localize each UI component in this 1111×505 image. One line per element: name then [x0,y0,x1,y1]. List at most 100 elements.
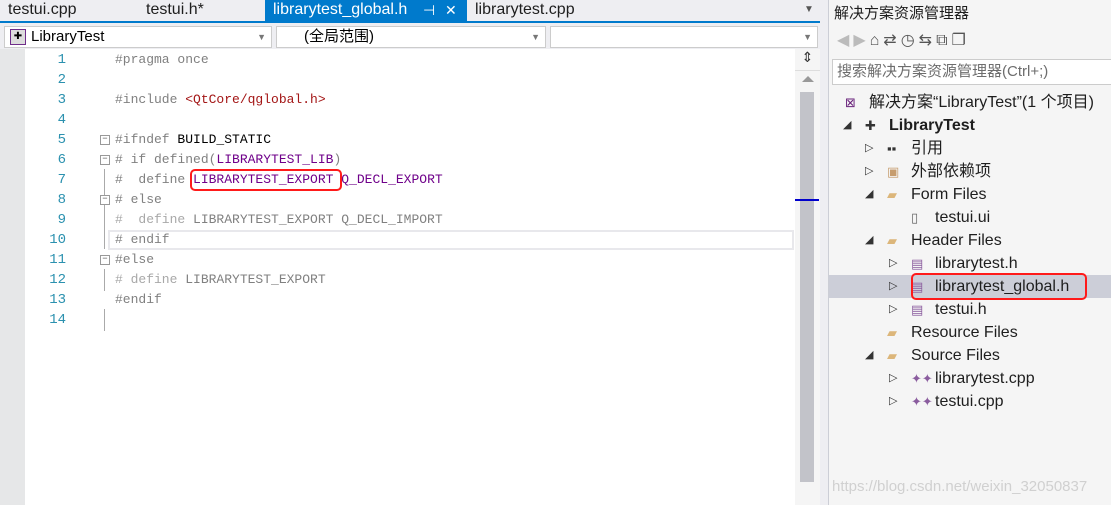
project-icon: ✚ [10,29,26,45]
tab-librarytest-cpp[interactable]: librarytest.cpp [467,0,617,21]
code-token: ) [333,152,342,167]
tree-item[interactable]: ▯ testui.ui [829,206,1111,229]
line-number: 3 [57,92,66,108]
code-text: #pragma once [115,50,209,70]
expanded-arrow-icon[interactable]: ◢ [865,229,873,252]
code-line[interactable]: 6 − # if defined(LIBRARYTEST_LIB) [0,150,795,170]
tree-item[interactable]: ▷ ✦✦ librarytest.cpp [829,367,1111,390]
header-file-icon: ▤ [911,302,924,317]
tree-item[interactable]: ◢ ▰ Header Files [829,229,1111,252]
fold-toggle-icon[interactable]: − [100,155,110,165]
collapsed-arrow-icon[interactable]: ▷ [889,298,897,321]
tab-label: librarytest_global.h [273,1,408,18]
line-number: 10 [49,232,66,248]
code-text: #else [115,250,154,270]
collapsed-arrow-icon[interactable]: ▷ [889,275,897,298]
tab-testui-h[interactable]: testui.h* [138,0,263,21]
tree-item[interactable]: ◢ ▰ Form Files [829,183,1111,206]
scroll-up-icon[interactable] [802,76,814,82]
code-line[interactable]: 10 # endif [0,230,795,250]
member-dropdown[interactable]: ▼ [550,26,818,48]
tree-item[interactable]: ⊠ 解决方案“LibraryTest”(1 个项目) [829,91,1111,114]
solution-explorer: 解决方案资源管理器 ◀▶⌂⇄◷⇆⧉❐ 搜索解决方案资源管理器(Ctrl+;) ⊠… [828,0,1111,505]
tab-testui-cpp[interactable]: testui.cpp [0,0,130,21]
line-number: 13 [49,292,66,308]
collapsed-arrow-icon[interactable]: ▷ [889,252,897,275]
code-token: BUILD_STATIC [177,132,272,147]
close-icon[interactable]: ✕ [445,0,457,20]
tree-item[interactable]: ▷ ▪▪ 引用 [829,137,1111,160]
fold-toggle-icon[interactable]: − [100,135,110,145]
expanded-arrow-icon[interactable]: ◢ [843,114,851,137]
code-line[interactable]: 1 #pragma once [0,50,795,70]
tree-item[interactable]: ▷ ✦✦ testui.cpp [829,390,1111,413]
tab-librarytest-global-h[interactable]: librarytest_global.h ⊣ ✕ [265,0,467,21]
tree-item-label: 外部依赖项 [911,163,992,180]
collapsed-arrow-icon[interactable]: ▷ [865,160,873,183]
history-icon[interactable]: ◷ [901,32,919,49]
fold-toggle-icon[interactable]: − [100,195,110,205]
fold-toggle-icon[interactable]: − [100,255,110,265]
cpp-file-icon: ✦✦ [911,371,933,386]
code-line[interactable]: 11 − #else [0,250,795,270]
tree-item[interactable]: ▷ ▣ 外部依赖项 [829,160,1111,183]
code-line[interactable]: 2 [0,70,795,90]
code-line[interactable]: 12 # define LIBRARYTEST_EXPORT [0,270,795,290]
code-text: #ifndef BUILD_STATIC [115,130,271,150]
tree-item[interactable]: ◢ ✚ LibraryTest [829,114,1111,137]
code-token: # define [115,272,186,287]
search-input[interactable]: 搜索解决方案资源管理器(Ctrl+;) [832,59,1111,85]
tree-item-label: LibraryTest [889,117,975,134]
project-dropdown[interactable]: ✚ LibraryTest ▼ [4,26,272,48]
code-line[interactable]: 5 − #ifndef BUILD_STATIC [0,130,795,150]
code-text: # define LIBRARYTEST_EXPORT Q_DECL_EXPOR… [115,170,443,190]
code-line[interactable]: 7 # define LIBRARYTEST_EXPORT Q_DECL_EXPO… [0,170,795,190]
code-token: # endif [115,232,170,247]
code-editor[interactable]: 1 #pragma once 2 3 #include <QtCore/qglobal.… [0,49,795,505]
code-line[interactable]: 14 [0,310,795,330]
sync-icon[interactable]: ⇄ [883,32,900,49]
expanded-arrow-icon[interactable]: ◢ [865,183,873,206]
tree-item[interactable]: ▰ Resource Files [829,321,1111,344]
scroll-thumb[interactable] [800,92,814,482]
scope-dropdown[interactable]: (全局范围) ▼ [276,26,546,48]
code-line[interactable]: 9 # define LIBRARYTEST_EXPORT Q_DECL_IMPO… [0,210,795,230]
tab-overflow-icon[interactable]: ▼ [804,4,814,15]
code-token: # define [115,212,194,227]
back-icon[interactable]: ◀ [837,32,853,49]
code-token: LIBRARYTEST_LIB [216,152,334,167]
code-token: #ifndef [115,132,178,147]
navigation-bar: ✚ LibraryTest ▼ (全局范围) ▼ ▼ [0,21,820,49]
split-handle-icon[interactable]: ⇕ [795,49,820,71]
switch-views-icon[interactable]: ⇆ [919,32,936,49]
tree-item[interactable]: ▷ ▤ testui.h [829,298,1111,321]
code-text: # if defined(LIBRARYTEST_LIB) [115,150,341,170]
forward-icon[interactable]: ▶ [853,32,869,49]
collapse-all-icon[interactable]: ⧉ [936,32,951,49]
collapsed-arrow-icon[interactable]: ▷ [889,367,897,390]
tree-item-label: librarytest.h [935,255,1018,272]
code-line[interactable]: 4 [0,110,795,130]
project-name: LibraryTest [31,28,105,45]
code-line[interactable]: 3 #include <QtCore/qglobal.h> [0,90,795,110]
collapsed-arrow-icon[interactable]: ▷ [865,137,873,160]
tree-item-label: Source Files [911,347,1000,364]
code-line[interactable]: 13 #endif [0,290,795,310]
tree-item[interactable]: ◢ ▰ Source Files [829,344,1111,367]
pin-icon[interactable]: ⊣ [423,0,435,20]
folder-icon: ▰ [887,325,897,340]
code-token: LIBRARYTEST_EXPORT [193,172,334,187]
external-deps-icon: ▣ [887,164,900,179]
collapsed-arrow-icon[interactable]: ▷ [889,390,897,413]
code-line[interactable]: 8 − # else [0,190,795,210]
home-icon[interactable]: ⌂ [870,32,884,49]
explorer-toolbar: ◀▶⌂⇄◷⇆⧉❐ [837,30,970,50]
project-icon: ✚ [865,118,876,133]
copy-icon[interactable]: ❐ [952,32,970,49]
vertical-scrollbar[interactable]: ⇕ [795,49,820,505]
code-text: # else [115,190,162,210]
folder-icon: ▰ [887,233,897,248]
tree-item[interactable]: ▷ ▤ librarytest.h [829,252,1111,275]
code-token: #include [115,92,186,107]
expanded-arrow-icon[interactable]: ◢ [865,344,873,367]
